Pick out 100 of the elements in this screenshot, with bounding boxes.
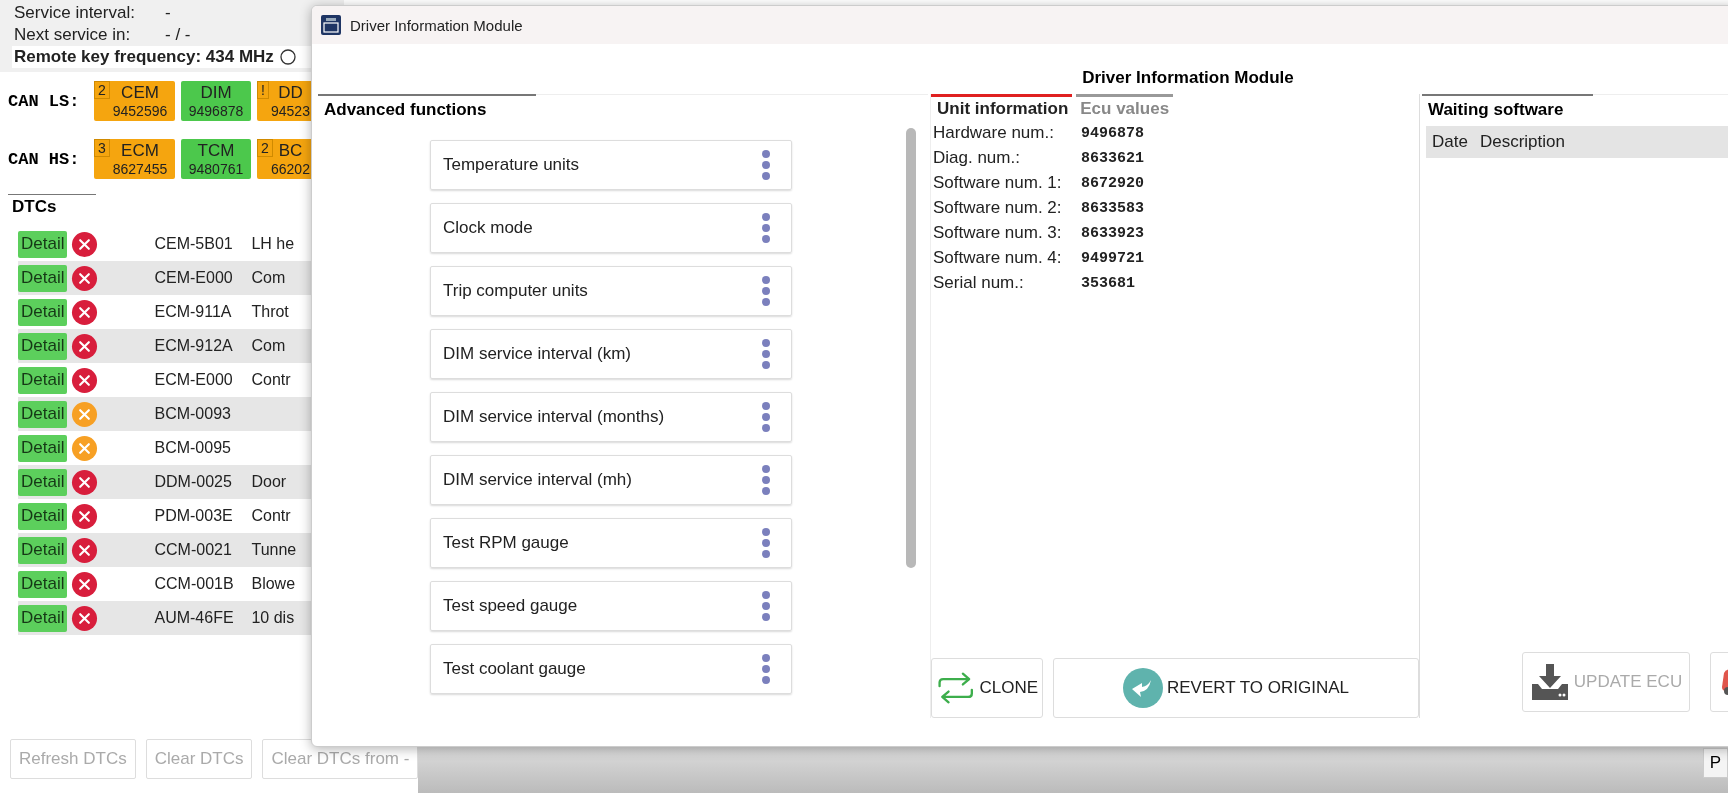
dtc-code: ECM-E000: [154, 371, 234, 389]
remote-key-frequency: Remote key frequency: 434 MHz: [13, 47, 274, 67]
function-item[interactable]: Temperature units: [430, 140, 792, 190]
app-logo-icon: [321, 15, 341, 35]
dtc-description: Com: [251, 337, 286, 355]
dtc-code: ECM-911A: [154, 303, 233, 321]
more-options-icon[interactable]: [761, 591, 771, 621]
function-item[interactable]: DIM service interval (months): [430, 392, 792, 442]
detail-button[interactable]: Detail: [18, 468, 68, 496]
dtc-description: Contr: [251, 507, 291, 525]
dtc-code: CEM-E000: [154, 269, 234, 287]
dtc-code: DDM-0025: [154, 473, 233, 491]
dtc-description: Com: [251, 269, 286, 287]
module-tile[interactable]: ! DD 94523: [257, 81, 313, 121]
function-item[interactable]: Test speed gauge: [430, 581, 792, 631]
detail-button[interactable]: Detail: [18, 502, 68, 530]
dtc-code: CCM-001B: [154, 575, 235, 593]
info-value: 8633583: [1081, 199, 1145, 217]
dtc-description: Tunne: [251, 541, 297, 559]
more-options-icon[interactable]: [761, 150, 771, 180]
detail-button[interactable]: Detail: [18, 332, 68, 360]
tab[interactable]: Ecu values: [1076, 94, 1174, 119]
detail-button[interactable]: Detail: [18, 298, 68, 326]
tab[interactable]: Unit information: [931, 94, 1073, 119]
function-label: Trip computer units: [443, 281, 588, 301]
section-title: Waiting software: [1422, 94, 1594, 120]
dtc-code: AUM-46FE: [154, 609, 235, 627]
section-title: Advanced functions: [318, 94, 537, 120]
function-label: Temperature units: [443, 155, 580, 175]
detail-button[interactable]: Detail: [18, 400, 68, 428]
info-value: 8633923: [1081, 224, 1145, 242]
info-icon[interactable]: [279, 49, 296, 65]
module-tile[interactable]: 2 CEM 9452596: [94, 81, 175, 121]
dtc-code: BCM-0095: [154, 439, 232, 457]
service-interval-value: -: [165, 3, 171, 23]
function-label: DIM service interval (mh): [443, 470, 632, 490]
module-tile[interactable]: TCM 9480761: [181, 139, 251, 179]
more-options-icon[interactable]: [761, 402, 771, 432]
more-options-icon[interactable]: [761, 528, 771, 558]
module-badge: 2: [257, 139, 273, 157]
detail-button[interactable]: Detail: [18, 570, 68, 598]
function-item[interactable]: Test coolant gauge: [430, 644, 792, 694]
bus-label: CAN HS:: [8, 149, 81, 169]
window-title: Driver Information Module: [350, 16, 523, 34]
function-item[interactable]: DIM service interval (km): [430, 329, 792, 379]
dtc-code: CEM-5B01: [154, 235, 234, 253]
function-item[interactable]: Clock mode: [430, 203, 792, 253]
function-label: DIM service interval (months): [443, 407, 665, 427]
info-label: Software num. 1:: [933, 173, 1063, 193]
info-label: Software num. 4:: [933, 248, 1063, 268]
info-label: Software num. 2:: [933, 198, 1063, 218]
dtc-code: PDM-003E: [154, 507, 234, 525]
more-options-icon[interactable]: [761, 213, 771, 243]
column-header: Date: [1432, 132, 1468, 152]
more-options-icon[interactable]: [761, 465, 771, 495]
function-item[interactable]: Trip computer units: [430, 266, 792, 316]
module-badge: !: [257, 81, 269, 99]
more-options-icon[interactable]: [761, 339, 771, 369]
dtc-description: 10 dis: [251, 609, 295, 627]
swap-arrows-icon: [936, 670, 976, 706]
info-value: 8633621: [1081, 149, 1145, 167]
info-value: 8672920: [1081, 174, 1145, 192]
info-label: Diag. num.:: [933, 148, 1021, 168]
function-label: Test RPM gauge: [443, 533, 569, 553]
function-label: DIM service interval (km): [443, 344, 631, 364]
dtc-description: Throt: [251, 303, 289, 321]
status-button[interactable]: P: [1702, 748, 1728, 778]
dtc-code: CCM-0021: [154, 541, 233, 559]
function-label: Test coolant gauge: [443, 659, 586, 679]
module-tile[interactable]: 3 ECM 8627455: [94, 139, 175, 179]
detail-button[interactable]: Detail: [18, 434, 68, 462]
module-badge: 2: [94, 81, 110, 99]
column-header: Description: [1479, 132, 1565, 152]
download-icon: [1529, 662, 1570, 702]
detail-button[interactable]: Detail: [18, 264, 68, 292]
scrollbar-thumb[interactable]: [906, 128, 916, 568]
module-tile[interactable]: DIM 9496878: [181, 81, 251, 121]
module-heading: Driver Information Module: [1081, 68, 1295, 88]
clone-button[interactable]: CLONE: [931, 658, 1043, 718]
dtc-code: ECM-912A: [154, 337, 234, 355]
detail-button[interactable]: Detail: [18, 230, 68, 258]
info-value: 9499721: [1081, 249, 1145, 267]
detail-button[interactable]: Detail: [18, 536, 68, 564]
dtc-description: Blowe: [251, 575, 296, 593]
function-label: Test speed gauge: [443, 596, 578, 616]
bus-label: CAN LS:: [8, 91, 81, 111]
next-service-value: - / -: [165, 25, 191, 45]
detail-button[interactable]: Detail: [18, 366, 68, 394]
detail-button[interactable]: Detail: [18, 604, 68, 632]
function-label: Clock mode: [443, 218, 533, 238]
info-label: Hardware num.:: [933, 123, 1055, 143]
more-options-icon[interactable]: [761, 654, 771, 684]
dtc-code: BCM-0093: [154, 405, 232, 423]
function-item[interactable]: DIM service interval (mh): [430, 455, 792, 505]
function-item[interactable]: Test RPM gauge: [430, 518, 792, 568]
dtcs-tab[interactable]: DTCs: [8, 194, 96, 219]
next-service-label: Next service in:: [14, 25, 132, 45]
revert-button[interactable]: REVERT TO ORIGINAL: [1053, 658, 1419, 718]
more-options-icon[interactable]: [761, 276, 771, 306]
module-tile[interactable]: 2 BC 66202: [257, 139, 313, 179]
